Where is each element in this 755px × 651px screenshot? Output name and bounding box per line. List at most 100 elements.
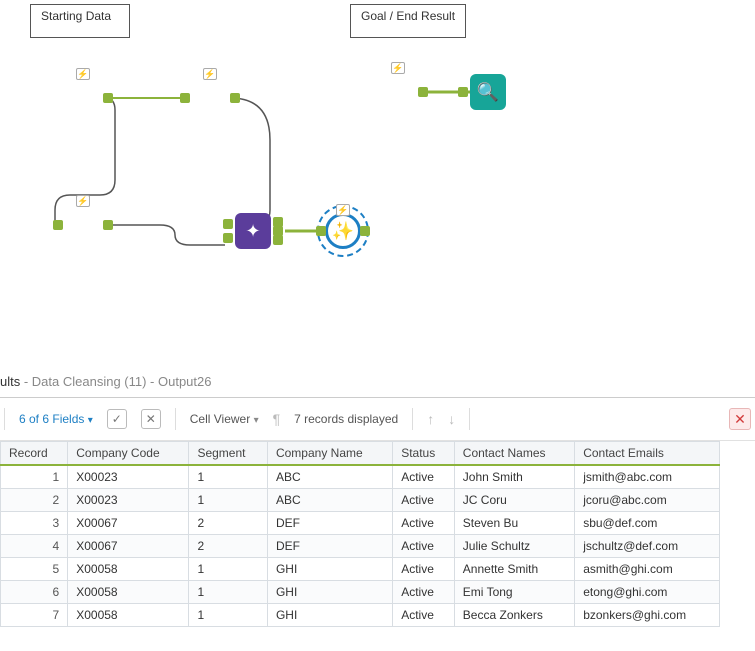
output-anchor[interactable] <box>360 226 370 236</box>
cell: asmith@ghi.com <box>575 558 720 581</box>
column-header[interactable]: Status <box>393 442 455 466</box>
results-toolbar: 6 of 6 Fields ▾ ✓ ✕ Cell Viewer ▾ ¶ 7 re… <box>0 398 755 441</box>
fields-dropdown[interactable]: 6 of 6 Fields ▾ <box>19 412 93 426</box>
table-row[interactable]: 3X000672DEFActiveSteven Busbu@def.com <box>1 512 720 535</box>
book-icon: ▥ <box>74 89 91 107</box>
header-row: RecordCompany CodeSegmentCompany NameSta… <box>1 442 720 466</box>
cell-viewer-dropdown[interactable]: Cell Viewer ▾ <box>190 412 259 426</box>
label-text: Goal / End Result <box>361 9 455 23</box>
macro-bolt-icon: ⚡ <box>76 195 90 207</box>
cell: GHI <box>267 581 392 604</box>
column-header[interactable]: Contact Emails <box>575 442 720 466</box>
results-panel-header: ults - Data Cleansing (11) - Output26 <box>0 370 755 398</box>
cell: 4 <box>1 535 68 558</box>
results-table[interactable]: RecordCompany CodeSegmentCompany NameSta… <box>0 441 720 627</box>
label-starting-data[interactable]: Starting Data <box>30 4 130 38</box>
cell: X00058 <box>68 604 189 627</box>
cell: Active <box>393 604 455 627</box>
cell: Active <box>393 512 455 535</box>
column-header[interactable]: Contact Names <box>454 442 574 466</box>
cell: 1 <box>189 581 268 604</box>
input-anchor[interactable] <box>458 87 468 97</box>
cell: Annette Smith <box>454 558 574 581</box>
table-row[interactable]: 5X000581GHIActiveAnnette Smithasmith@ghi… <box>1 558 720 581</box>
output-anchor[interactable] <box>230 93 240 103</box>
arrow-down-icon[interactable]: ↓ <box>448 411 455 427</box>
cell: Becca Zonkers <box>454 604 574 627</box>
table-row[interactable]: 6X000581GHIActiveEmi Tongetong@ghi.com <box>1 581 720 604</box>
table-row[interactable]: 1X000231ABCActiveJohn Smithjsmith@abc.co… <box>1 465 720 489</box>
select-tool[interactable]: ⚡ ▦ <box>65 207 101 243</box>
sparkle-table-icon: ✨ <box>332 222 354 240</box>
column-header[interactable]: Segment <box>189 442 268 466</box>
cell: Active <box>393 581 455 604</box>
separator <box>4 408 5 430</box>
cell: etong@ghi.com <box>575 581 720 604</box>
cell: ABC <box>267 465 392 489</box>
input-anchor-right[interactable] <box>223 233 233 243</box>
close-button[interactable]: ✕ <box>729 408 751 430</box>
check-icon: ✓ <box>112 412 122 426</box>
output-anchor[interactable] <box>103 93 113 103</box>
column-header[interactable]: Company Code <box>68 442 189 466</box>
table-row[interactable]: 2X000231ABCActiveJC Corujcoru@abc.com <box>1 489 720 512</box>
macro-bolt-icon: ⚡ <box>76 68 90 80</box>
cell: 3 <box>1 512 68 535</box>
cell: 2 <box>189 535 268 558</box>
separator <box>412 408 413 430</box>
label-goal[interactable]: Goal / End Result <box>350 4 466 38</box>
cell: X00023 <box>68 489 189 512</box>
chevron-down-icon: ▾ <box>254 415 259 426</box>
fields-label: 6 of 6 Fields <box>19 412 84 426</box>
cell: X00067 <box>68 512 189 535</box>
cell: 1 <box>189 489 268 512</box>
table-icon: ▦ <box>74 216 91 234</box>
clear-button[interactable]: ✕ <box>141 409 161 429</box>
column-header[interactable]: Record <box>1 442 68 466</box>
cell: JC Coru <box>454 489 574 512</box>
output-anchor[interactable] <box>418 87 428 97</box>
input-anchor-left[interactable] <box>223 219 233 229</box>
cell: 1 <box>189 604 268 627</box>
cell: Steven Bu <box>454 512 574 535</box>
input-anchor[interactable] <box>53 220 63 230</box>
workflow-canvas[interactable]: Starting Data Goal / End Result ⚡ ▥ ⚡ ▦ … <box>0 0 755 370</box>
cell: 1 <box>1 465 68 489</box>
cell: jcoru@abc.com <box>575 489 720 512</box>
macro-bolt-icon: ⚡ <box>336 204 350 216</box>
connection-wires <box>0 0 755 370</box>
data-cleansing-tool[interactable]: ⚡ ✨ <box>325 213 361 249</box>
output-anchor[interactable] <box>103 220 113 230</box>
macro-bolt-icon: ⚡ <box>391 62 405 74</box>
output-anchor-r[interactable] <box>273 235 283 245</box>
x-icon: ✕ <box>146 412 156 426</box>
results-tab[interactable]: ults <box>0 374 20 389</box>
record-count: 7 records displayed <box>294 412 398 426</box>
text-input-tool[interactable]: ⚡ ▥ <box>380 74 416 110</box>
browse-tool[interactable]: 🔍 <box>470 74 506 110</box>
cell: 5 <box>1 558 68 581</box>
binoculars-icon: 🔍 <box>477 83 499 101</box>
input-anchor[interactable] <box>316 226 326 236</box>
check-button[interactable]: ✓ <box>107 409 127 429</box>
cell: X00058 <box>68 558 189 581</box>
chevron-down-icon: ▾ <box>88 415 93 426</box>
table-row[interactable]: 4X000672DEFActiveJulie Schultzjschultz@d… <box>1 535 720 558</box>
cell: sbu@def.com <box>575 512 720 535</box>
pilcrow-icon[interactable]: ¶ <box>273 411 281 427</box>
column-header[interactable]: Company Name <box>267 442 392 466</box>
text-input-tool[interactable]: ⚡ ▥ <box>65 80 101 116</box>
cell: bzonkers@ghi.com <box>575 604 720 627</box>
arrow-up-icon[interactable]: ↑ <box>427 411 434 427</box>
book-icon: ▥ <box>389 83 406 101</box>
join-tool[interactable]: ✦ <box>235 213 271 249</box>
cell: X00058 <box>68 581 189 604</box>
cell: DEF <box>267 535 392 558</box>
input-anchor[interactable] <box>180 93 190 103</box>
cell: Active <box>393 535 455 558</box>
cell: 2 <box>1 489 68 512</box>
select-tool[interactable]: ⚡ ▦ <box>192 80 228 116</box>
separator <box>175 408 176 430</box>
cell: Julie Schultz <box>454 535 574 558</box>
table-row[interactable]: 7X000581GHIActiveBecca Zonkersbzonkers@g… <box>1 604 720 627</box>
